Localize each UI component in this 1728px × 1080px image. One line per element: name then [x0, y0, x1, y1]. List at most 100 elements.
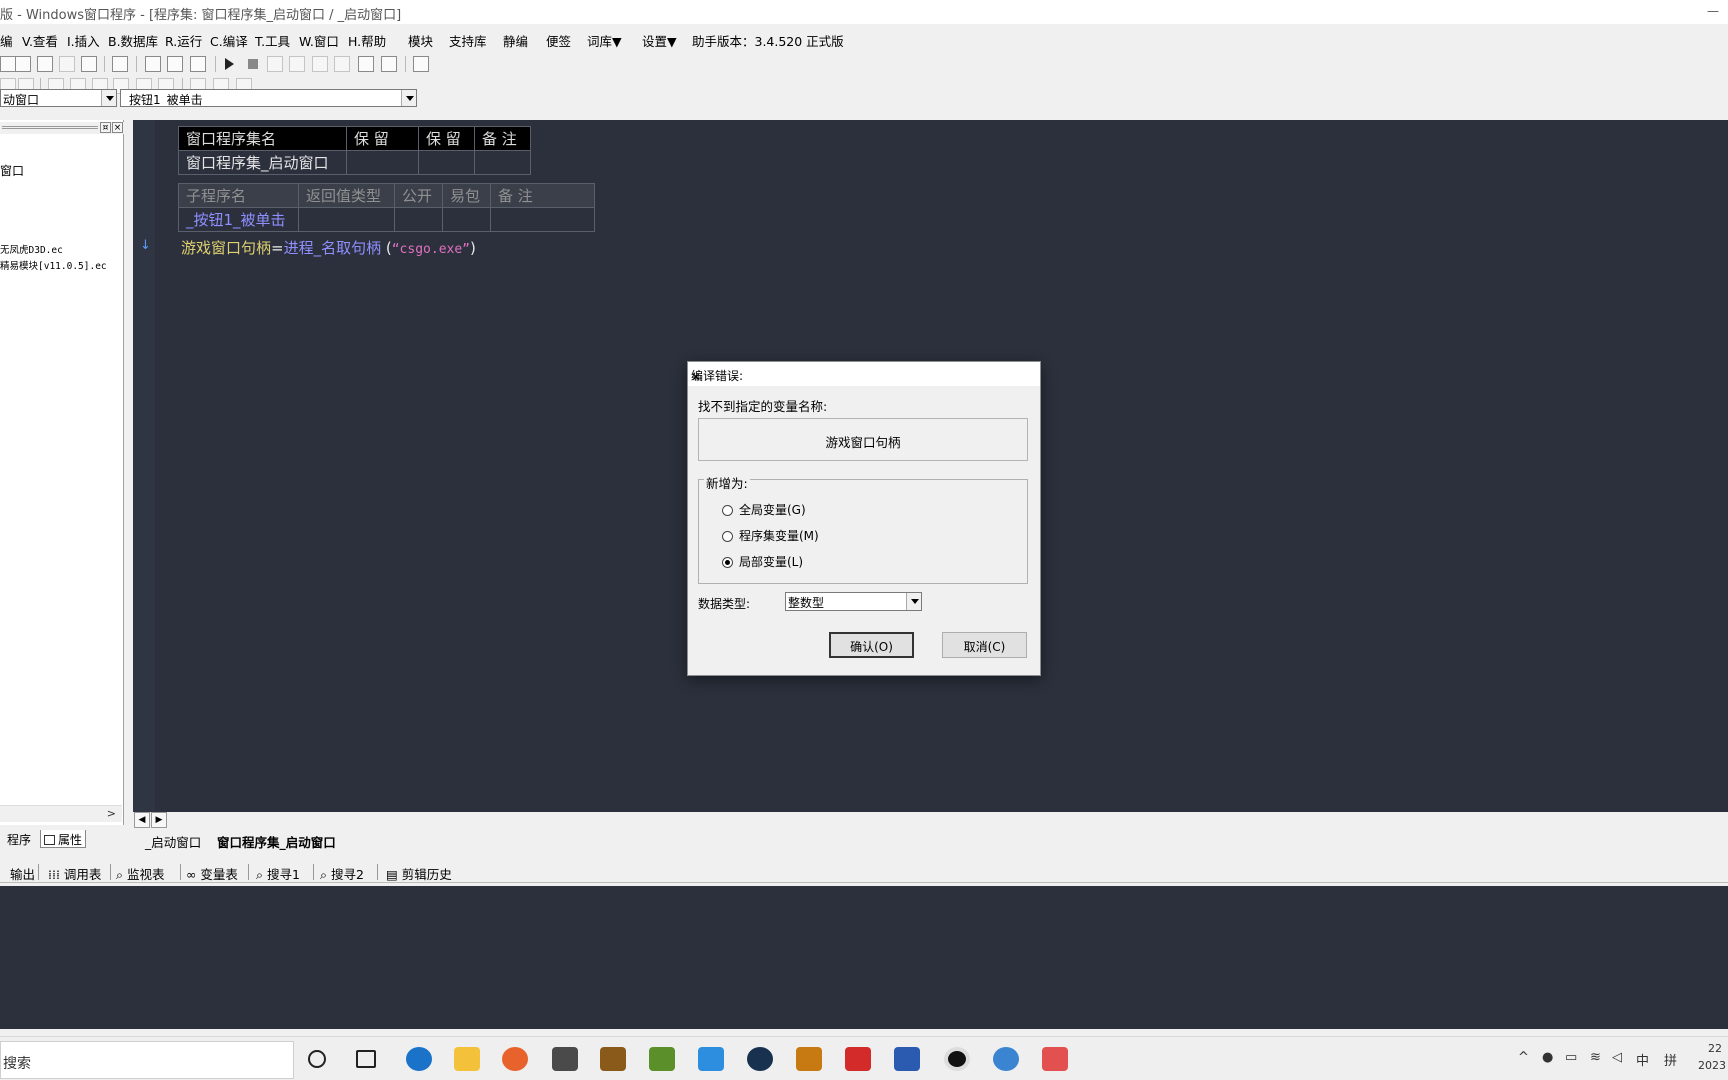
confirm-button[interactable]: 确认(O): [829, 632, 914, 658]
menu-notes[interactable]: 便签: [546, 31, 571, 50]
menu-database[interactable]: B.数据库: [108, 31, 158, 50]
tab-start-window[interactable]: _启动窗口: [145, 832, 201, 851]
chevron-up-icon[interactable]: ^: [1518, 1050, 1529, 1065]
copy-icon[interactable]: [15, 56, 31, 72]
tab-search2[interactable]: ⌕ 搜寻2: [320, 864, 364, 883]
yi-language-icon[interactable]: [993, 1047, 1019, 1071]
undo-icon[interactable]: [81, 56, 97, 72]
tab-watch[interactable]: ⌕ 监视表: [116, 864, 165, 883]
menu-run[interactable]: R.运行: [165, 31, 202, 50]
wifi-icon[interactable]: ≋: [1590, 1050, 1601, 1065]
notepad-icon[interactable]: [649, 1047, 675, 1071]
menu-tools[interactable]: T.工具: [255, 31, 290, 50]
menu-insert[interactable]: I.插入: [67, 31, 100, 50]
redo-icon[interactable]: [59, 56, 75, 72]
run-icon[interactable]: [225, 58, 234, 70]
volume-icon[interactable]: ◁: [1612, 1050, 1622, 1065]
app-active-icon[interactable]: [1042, 1047, 1068, 1071]
menu-view[interactable]: V.查看: [22, 31, 58, 50]
sub-note-cell[interactable]: [490, 207, 595, 232]
sub-return-type-cell[interactable]: [298, 207, 395, 232]
layout-top-icon[interactable]: [167, 56, 183, 72]
menu-settings[interactable]: 设置▼: [642, 31, 677, 50]
step-into-icon[interactable]: [289, 56, 305, 72]
file-explorer-icon[interactable]: [454, 1047, 480, 1071]
menu-static-compile[interactable]: 静编: [503, 31, 528, 50]
calculator-icon[interactable]: [552, 1047, 578, 1071]
close-icon[interactable]: ×: [112, 122, 123, 133]
tab-clipboard-history[interactable]: ▤ 剪辑历史: [386, 864, 452, 883]
battery-icon[interactable]: ▭: [1565, 1050, 1577, 1065]
record-icon[interactable]: [944, 1047, 970, 1071]
cortana-icon[interactable]: [308, 1050, 326, 1068]
window-select[interactable]: 动窗口: [0, 89, 117, 107]
cut-icon[interactable]: [0, 56, 16, 72]
menu-window[interactable]: W.窗口: [299, 31, 339, 50]
tab-assembly-start-window[interactable]: 窗口程序集_启动窗口: [217, 832, 336, 851]
panel-horizontal-scrollbar[interactable]: >: [0, 805, 122, 822]
menu-help[interactable]: H.帮助: [348, 31, 386, 50]
menu-thesaurus[interactable]: 词库▼: [587, 31, 622, 50]
csgo-icon[interactable]: [796, 1047, 822, 1071]
menu-compile[interactable]: C.编译: [210, 31, 248, 50]
microphone-icon[interactable]: ●: [1542, 1050, 1553, 1065]
chevron-down-icon[interactable]: [906, 593, 921, 610]
sub-easy-package-cell[interactable]: [442, 207, 491, 232]
taskbar-search[interactable]: 搜索: [0, 1041, 294, 1079]
radio-assembly-variable[interactable]: 程序集变量(M): [722, 527, 819, 544]
firefox-icon[interactable]: [502, 1047, 528, 1071]
step-icon[interactable]: [267, 56, 283, 72]
radio-global-variable[interactable]: 全局变量(G): [722, 501, 806, 518]
clock-date[interactable]: 2023: [1698, 1059, 1726, 1072]
editor-horizontal-scrollbar[interactable]: ◀ ▶: [133, 812, 1728, 828]
menu-edit[interactable]: 编: [0, 31, 13, 50]
tab-search1[interactable]: ⌕ 搜寻1: [256, 864, 300, 883]
tab-variables[interactable]: ∞ 变量表: [186, 864, 238, 883]
hand-icon[interactable]: [381, 56, 397, 72]
tab-call-stack[interactable]: ⁞⁞⁞ 调用表: [48, 864, 101, 883]
cancel-button[interactable]: 取消(C): [942, 632, 1027, 658]
tree-item-module-jingyi[interactable]: 精易模块[v11.0.5].ec: [0, 258, 107, 272]
braces-icon[interactable]: [358, 56, 374, 72]
tab-properties[interactable]: 属性: [40, 830, 87, 848]
edge-icon[interactable]: [406, 1047, 432, 1071]
assembly-name-cell[interactable]: 窗口程序集_启动窗口: [178, 150, 347, 175]
menu-support-lib[interactable]: 支持库: [449, 31, 487, 50]
step-out-icon[interactable]: [312, 56, 328, 72]
layout-grid-icon[interactable]: [190, 56, 206, 72]
scroll-right-icon[interactable]: >: [107, 807, 116, 820]
panel-grip[interactable]: [2, 126, 98, 129]
radio-local-variable[interactable]: 局部变量(L): [722, 553, 803, 570]
event-select[interactable]: _按钮1_被单击: [120, 89, 417, 107]
app-dos-icon[interactable]: [600, 1047, 626, 1071]
tree-item-module-d3d[interactable]: 无凤虎D3D.ec: [0, 242, 63, 256]
pin-icon[interactable]: ¤: [100, 122, 111, 133]
assembly-reserved-cell[interactable]: [418, 150, 475, 175]
steam-icon[interactable]: [747, 1047, 773, 1071]
app-red-icon[interactable]: [845, 1047, 871, 1071]
chevron-down-icon[interactable]: [101, 90, 116, 106]
sub-public-cell[interactable]: [394, 207, 443, 232]
radio-button[interactable]: [722, 505, 733, 516]
layout-left-icon[interactable]: [145, 56, 161, 72]
find-icon[interactable]: [112, 56, 128, 72]
tab-program[interactable]: 程序: [4, 830, 34, 848]
minimize-button[interactable]: —: [1698, 0, 1728, 24]
ime-mode[interactable]: 拼: [1664, 1050, 1677, 1069]
paste-icon[interactable]: [37, 56, 53, 72]
chevron-down-icon[interactable]: [401, 90, 416, 106]
close-icon[interactable]: ✕: [691, 367, 1034, 387]
radio-button-selected[interactable]: [722, 557, 733, 568]
scroll-left-icon[interactable]: ◀: [134, 812, 150, 828]
tab-output[interactable]: 输出: [10, 864, 35, 883]
assembly-reserved-cell[interactable]: [346, 150, 419, 175]
data-type-select[interactable]: 整数型: [785, 592, 922, 611]
clock-time[interactable]: 22: [1708, 1042, 1722, 1055]
sub-name-cell[interactable]: _按钮1_被单击: [178, 207, 299, 232]
app-blue-icon[interactable]: [698, 1047, 724, 1071]
module-tool-icon[interactable]: [413, 56, 429, 72]
assembly-note-cell[interactable]: [474, 150, 531, 175]
step-over-icon[interactable]: [334, 56, 350, 72]
tree-item-window[interactable]: 窗口: [0, 162, 24, 179]
code-line[interactable]: 游戏窗口句柄=进程_名取句柄 (“csgo.exe”): [181, 237, 476, 258]
